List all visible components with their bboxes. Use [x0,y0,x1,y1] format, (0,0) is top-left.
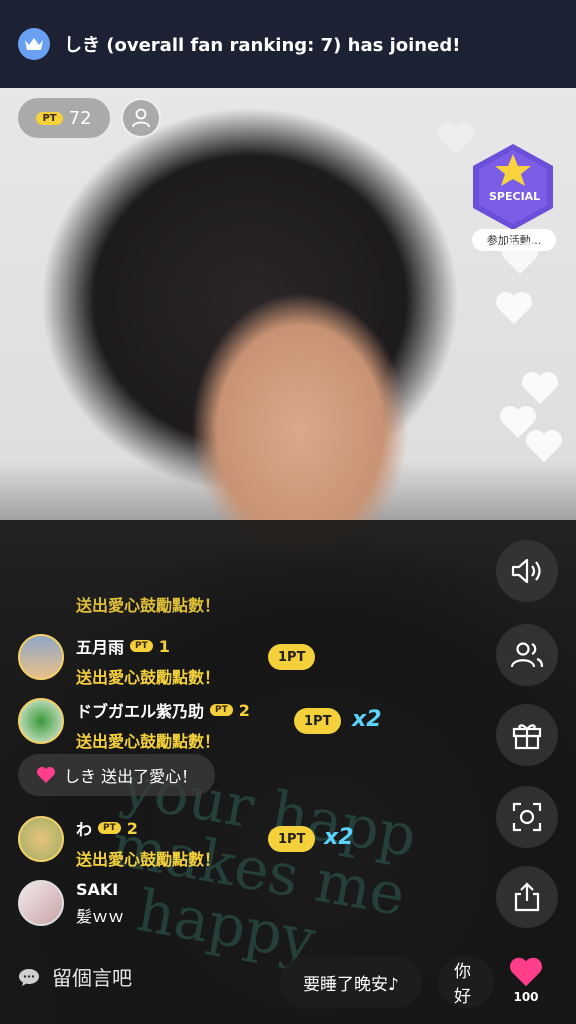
floating-heart-icon [496,292,532,324]
multiplier: x2 [352,707,382,732]
pt-level: 2 [126,818,138,838]
chat-username[interactable]: わ [76,816,92,840]
comment-input[interactable]: 留個言吧 [18,962,132,991]
comment-placeholder: 留個言吧 [52,966,132,990]
pt-tag: 1PT [268,644,316,670]
chat-username[interactable]: 五月雨 [76,634,124,658]
like-count: 100 [513,990,539,1004]
speaker-icon [511,558,541,584]
join-notification-banner: しき (overall fan ranking: 7) has joined! [0,0,576,88]
chat-item: 五月雨 PT 1 送出愛心鼓勵點數！ [18,634,220,688]
chat-username[interactable]: SAKI [76,880,118,899]
avatar[interactable] [18,698,64,744]
gift-icon [512,724,542,750]
chat-item: SAKI 髪ｗｗ [18,880,124,927]
banner-text: しき (overall fan ranking: 7) has joined! [64,35,461,56]
pt-balance[interactable]: PT 72 [18,98,110,138]
heart-notice-text: しき 送出了愛心！ [64,767,198,786]
chat-message-partial: 送出愛心鼓勵點數！ [76,596,221,615]
heart-notice: しき 送出了愛心！ [18,754,216,796]
floating-heart-icon [438,122,474,154]
pt-level: 1 [158,636,170,656]
floating-heart-icon [522,372,558,404]
avatar[interactable] [18,634,64,680]
heart-icon [510,957,542,987]
chat-username[interactable]: ドブガエル紫乃助 [76,698,204,722]
users-icon [510,642,544,668]
viewers-button[interactable] [496,624,558,686]
speaker-button[interactable] [496,540,558,602]
camera-flip-icon [512,802,542,832]
chat-message: 髪ｗｗ [76,907,125,926]
pt-badge: PT [36,111,63,125]
pt-level-badge: PT [98,822,121,834]
share-button[interactable] [496,866,558,928]
quick-reply-chip[interactable]: 要睡了晚安♪ [280,956,422,1008]
pt-count: 72 [68,107,92,129]
avatar[interactable] [18,816,64,862]
chat-bubble-icon [19,968,39,986]
chat-item: ドブガエル紫乃助 PT 2 送出愛心鼓勵點數！ [18,698,250,752]
pt-tag: 1PT [294,708,342,734]
floating-heart-icon [526,430,562,462]
chat-message: 送出愛心鼓勵點數！ [76,732,221,751]
like-button[interactable]: 100 [502,956,550,1006]
pt-level-badge: PT [210,704,233,716]
pt-level: 2 [238,700,250,720]
crown-icon [18,28,50,60]
pt-level-badge: PT [130,640,153,652]
gift-button[interactable] [496,704,558,766]
chat-message: 送出愛心鼓勵點數！ [76,850,221,869]
profile-button[interactable] [121,98,161,138]
quick-reply-chip[interactable]: 你好 [438,956,494,1008]
avatar[interactable] [18,880,64,926]
quick-reply-text: 你好 [454,962,471,1007]
share-icon [514,882,540,912]
chat-item: わ PT 2 送出愛心鼓勵點數！ [18,816,220,870]
multiplier: x2 [324,825,354,850]
chat-message: 送出愛心鼓勵點數！ [76,668,221,687]
camera-flip-button[interactable] [496,786,558,848]
floating-heart-icon [502,242,538,274]
heart-icon [37,767,55,783]
person-icon [132,108,150,128]
special-label: SPECIAL [489,190,541,203]
pt-tag: 1PT [268,826,316,852]
